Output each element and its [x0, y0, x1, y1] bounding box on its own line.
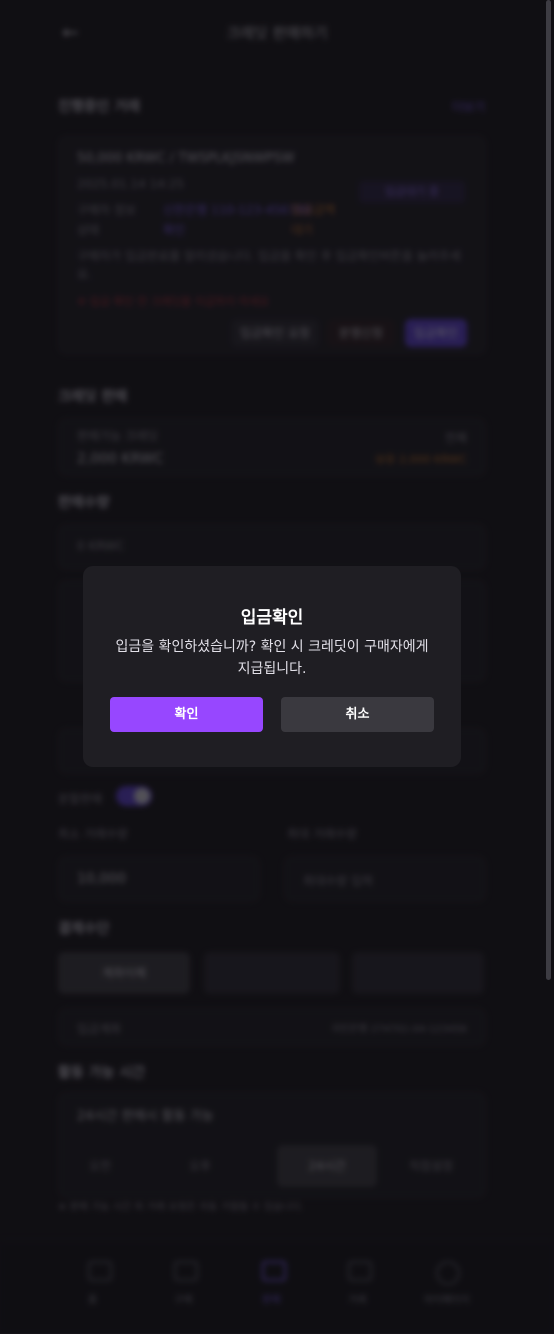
deposit-confirm-dialog: 입금확인 입금을 확인하셨습니까? 확인 시 크레딧이 구매자에게 지급됩니다.… — [83, 566, 461, 767]
dialog-message-line1: 입금을 확인하셨습니까? 확인 시 크레딧이 구매자에게 — [115, 639, 429, 655]
confirm-button[interactable]: 확인 — [110, 697, 263, 732]
dialog-message-line2: 지급됩니다. — [237, 661, 307, 677]
cancel-button[interactable]: 취소 — [281, 697, 434, 732]
dialog-message: 입금을 확인하셨습니까? 확인 시 크레딧이 구매자에게 지급됩니다. — [103, 636, 441, 680]
dialog-title: 입금확인 — [240, 608, 304, 628]
